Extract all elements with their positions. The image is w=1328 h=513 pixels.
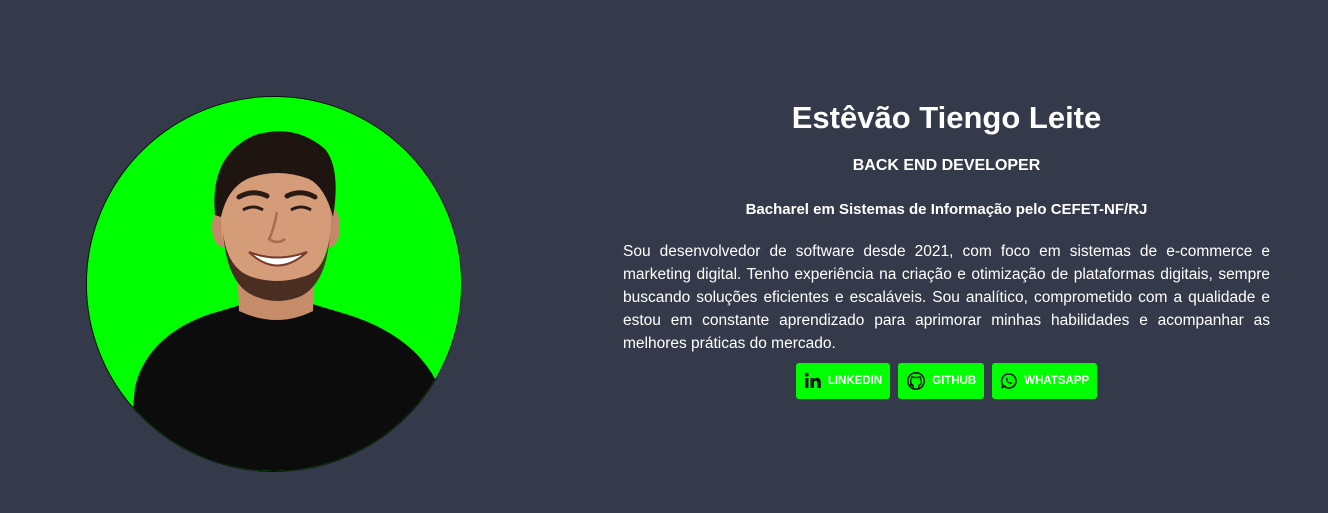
linkedin-button[interactable]: LINKEDIN — [795, 363, 891, 399]
profile-bio: Sou desenvolvedor de software desde 2021… — [623, 243, 1270, 352]
person-portrait — [87, 97, 461, 471]
profile-section: Estêvão Tiengo Leite BACK END DEVELOPER … — [0, 0, 1328, 513]
profile-role: BACK END DEVELOPER — [852, 157, 1041, 174]
social-buttons: LINKEDIN GITHUB WHATSAPP — [623, 363, 1270, 399]
whatsapp-label: WHATSAPP — [1024, 375, 1090, 387]
github-button[interactable]: GITHUB — [898, 363, 985, 399]
linkedin-icon — [804, 372, 822, 390]
github-label: GITHUB — [932, 375, 977, 387]
profile-degree: Bacharel em Sistemas de Informação pelo … — [745, 201, 1148, 218]
github-icon — [906, 371, 926, 391]
whatsapp-button[interactable]: WHATSAPP — [992, 363, 1098, 399]
whatsapp-icon — [1000, 372, 1018, 390]
profile-photo — [86, 96, 462, 472]
profile-info: Estêvão Tiengo Leite BACK END DEVELOPER … — [623, 98, 1270, 399]
profile-name: Estêvão Tiengo Leite — [791, 100, 1102, 135]
linkedin-label: LINKEDIN — [827, 375, 883, 387]
